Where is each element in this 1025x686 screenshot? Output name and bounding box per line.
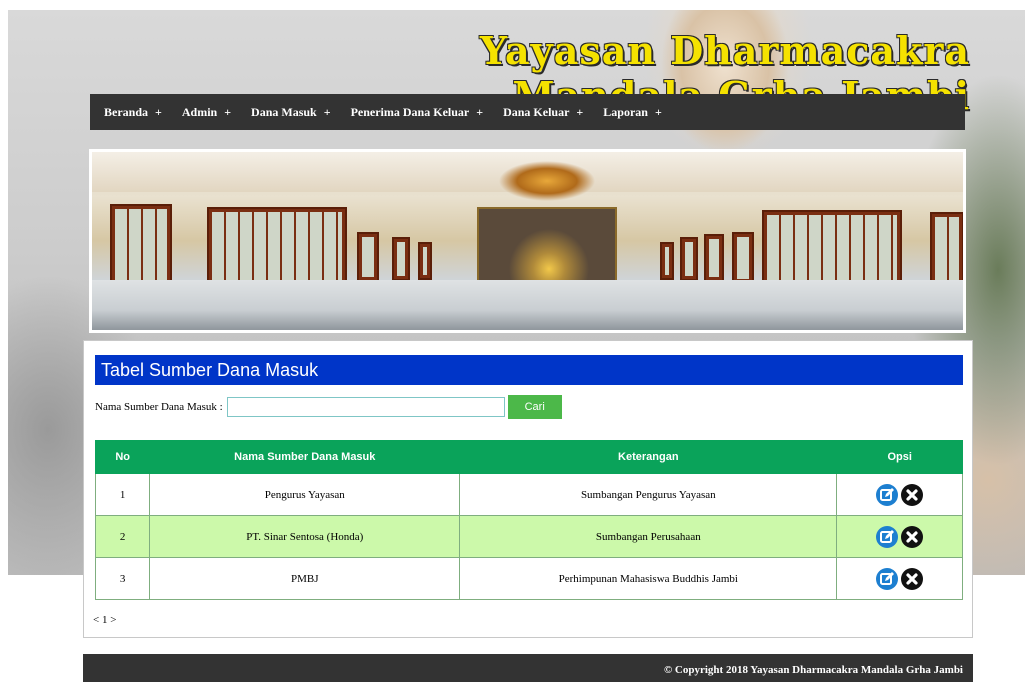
delete-icon[interactable] xyxy=(900,525,924,549)
banner-window xyxy=(110,204,172,292)
data-table: No Nama Sumber Dana Masuk Keterangan Ops… xyxy=(94,440,963,600)
banner-floor xyxy=(92,280,963,330)
main-nav: Beranda + Admin + Dana Masuk + Penerima Dan… xyxy=(90,94,965,130)
banner-window xyxy=(357,232,379,282)
nav-item-admin[interactable]: Admin + xyxy=(182,105,231,120)
nav-label: Beranda xyxy=(104,104,149,119)
cell-nama: PT. Sinar Sentosa (Honda) xyxy=(149,515,461,558)
delete-icon[interactable] xyxy=(900,483,924,507)
footer: © Copyright 2018 Yayasan Dharmacakra Man… xyxy=(83,654,973,682)
cell-opsi xyxy=(836,515,963,558)
banner-window xyxy=(392,237,410,281)
cell-no: 1 xyxy=(94,473,151,516)
cell-no: 3 xyxy=(94,557,151,600)
column-header-nama: Nama Sumber Dana Masuk xyxy=(149,440,461,474)
table-header-row: No Nama Sumber Dana Masuk Keterangan Ops… xyxy=(94,440,963,474)
table-row: 1 Pengurus Yayasan Sumbangan Pengurus Ya… xyxy=(94,473,963,516)
banner-window xyxy=(660,242,674,280)
pagination: < 1 > xyxy=(93,614,116,626)
main-content: Tabel Sumber Dana Masuk Nama Sumber Dana… xyxy=(83,340,973,638)
hero-banner xyxy=(89,149,966,333)
page-title: Tabel Sumber Dana Masuk xyxy=(95,355,963,385)
plus-icon: + xyxy=(654,104,662,119)
column-header-keterangan: Keterangan xyxy=(459,440,838,474)
search-button[interactable]: Cari xyxy=(507,395,562,419)
cell-keterangan: Sumbangan Pengurus Yayasan xyxy=(459,473,838,516)
row-actions xyxy=(875,525,924,549)
edit-icon[interactable] xyxy=(875,525,899,549)
pagination-current[interactable]: 1 xyxy=(102,614,108,626)
search-form: Nama Sumber Dana Masuk : Cari xyxy=(95,395,562,419)
plus-icon: + xyxy=(224,104,232,119)
cell-opsi xyxy=(836,557,963,600)
banner-window xyxy=(732,232,754,284)
banner-window xyxy=(704,234,724,282)
delete-icon[interactable] xyxy=(900,567,924,591)
plus-icon: + xyxy=(576,104,584,119)
edit-icon[interactable] xyxy=(875,567,899,591)
cell-keterangan: Sumbangan Perusahaan xyxy=(459,515,838,558)
cell-nama: PMBJ xyxy=(149,557,461,600)
pagination-next[interactable]: > xyxy=(110,614,116,626)
cell-no: 2 xyxy=(94,515,151,558)
nav-label: Admin xyxy=(181,104,218,119)
plus-icon: + xyxy=(155,104,162,119)
search-input[interactable] xyxy=(226,397,505,417)
cell-opsi xyxy=(836,473,963,516)
row-actions xyxy=(875,483,924,507)
banner-chandelier xyxy=(487,156,607,206)
plus-icon: + xyxy=(476,104,484,119)
banner-window xyxy=(680,237,698,281)
table-row: 2 PT. Sinar Sentosa (Honda) Sumbangan Pe… xyxy=(94,515,963,558)
banner-window xyxy=(418,242,432,280)
edit-icon[interactable] xyxy=(875,483,899,507)
column-header-no: No xyxy=(94,440,151,474)
row-actions xyxy=(875,567,924,591)
column-header-opsi: Opsi xyxy=(836,440,963,474)
nav-item-laporan[interactable]: Laporan + xyxy=(603,105,662,120)
nav-item-dana-keluar[interactable]: Dana Keluar + xyxy=(503,105,583,120)
nav-label: Laporan xyxy=(603,104,648,119)
search-label: Nama Sumber Dana Masuk : xyxy=(95,401,223,413)
plus-icon: + xyxy=(323,104,331,119)
pagination-prev[interactable]: < xyxy=(93,614,99,626)
cell-keterangan: Perhimpunan Mahasiswa Buddhis Jambi xyxy=(459,557,838,600)
nav-item-penerima-dana-keluar[interactable]: Penerima Dana Keluar + xyxy=(351,105,484,120)
nav-item-beranda[interactable]: Beranda + xyxy=(104,105,162,120)
nav-label: Dana Keluar xyxy=(503,104,570,119)
nav-label: Dana Masuk xyxy=(251,104,317,119)
nav-item-dana-masuk[interactable]: Dana Masuk + xyxy=(251,105,331,120)
cell-nama: Pengurus Yayasan xyxy=(149,473,461,516)
table-row: 3 PMBJ Perhimpunan Mahasiswa Buddhis Jam… xyxy=(94,557,963,600)
nav-label: Penerima Dana Keluar xyxy=(350,104,470,119)
